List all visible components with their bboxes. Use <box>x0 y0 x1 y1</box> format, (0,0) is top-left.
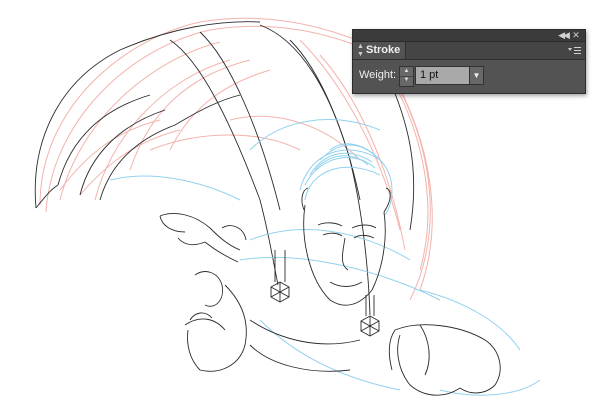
chevron-down-icon[interactable]: ▼ <box>469 66 484 85</box>
emblem-clasps <box>270 250 380 337</box>
stroke-panel: ◀◀ ✕ ▲ ▼ Stroke Weight: ▲ ▼ 1 pt ▼ <box>352 29 586 94</box>
double-chevron-left-icon[interactable]: ◀◀ <box>557 30 570 41</box>
panel-title-bar[interactable]: ◀◀ ✕ <box>353 30 585 42</box>
close-icon[interactable]: ✕ <box>570 30 582 41</box>
panel-tab-bar: ▲ ▼ Stroke <box>353 42 585 60</box>
panel-body: Weight: ▲ ▼ 1 pt ▼ <box>353 60 585 93</box>
figure-ink-lines <box>159 187 501 396</box>
weight-label: Weight: <box>359 69 397 81</box>
step-down-icon[interactable]: ▼ <box>400 76 413 85</box>
panel-menu-icon[interactable] <box>568 45 582 56</box>
blue-figure-sketch <box>109 119 541 396</box>
tab-stroke-label: Stroke <box>366 44 401 56</box>
weight-input[interactable]: 1 pt <box>415 66 470 85</box>
expand-arrows-icon[interactable]: ▲ ▼ <box>357 42 364 59</box>
weight-stepper[interactable]: ▲ ▼ <box>399 66 414 87</box>
tab-stroke[interactable]: ▲ ▼ Stroke <box>353 42 406 59</box>
